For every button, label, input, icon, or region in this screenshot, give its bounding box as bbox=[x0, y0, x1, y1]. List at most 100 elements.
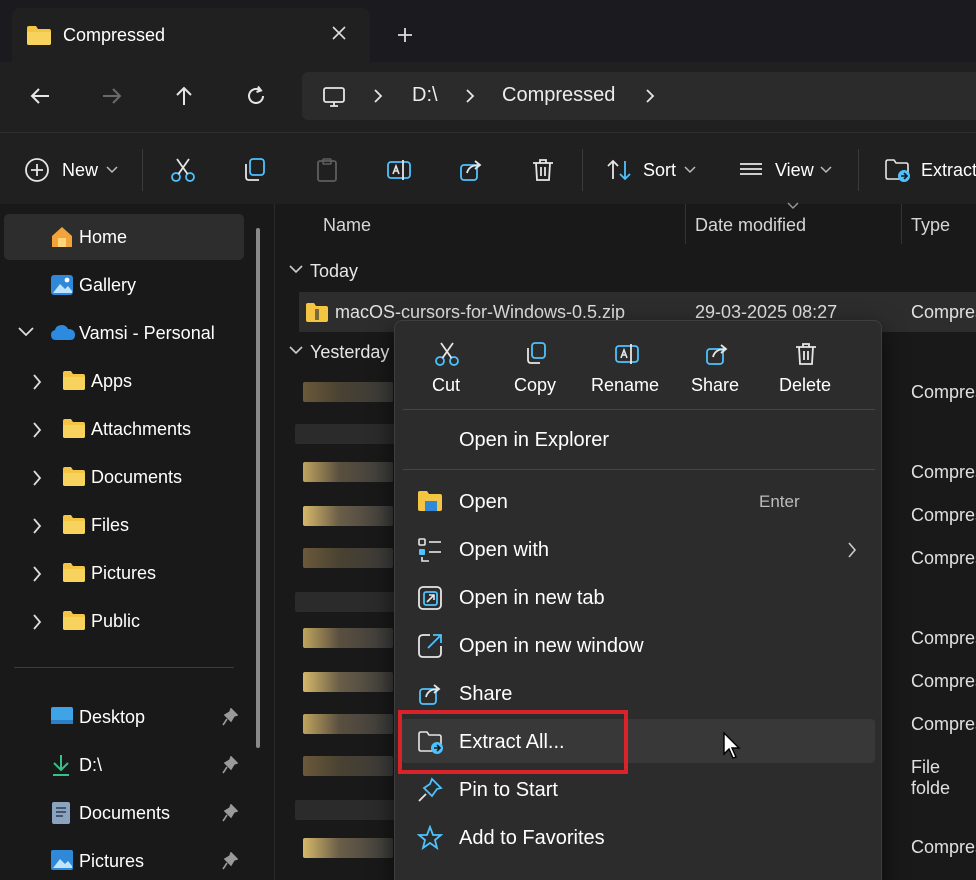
computer-icon[interactable] bbox=[322, 85, 346, 109]
chevron-down-icon[interactable] bbox=[289, 346, 303, 355]
cut-action[interactable]: Cut bbox=[401, 337, 491, 407]
share-icon[interactable] bbox=[458, 157, 484, 183]
menu-item-add-to-favorites[interactable]: Add to Favorites bbox=[401, 815, 875, 859]
up-arrow-icon[interactable] bbox=[172, 84, 196, 108]
chevron-down-icon[interactable] bbox=[684, 166, 696, 174]
list-item-redacted[interactable] bbox=[303, 756, 393, 776]
copy-action[interactable]: Copy bbox=[490, 337, 580, 407]
column-header-type[interactable]: Type bbox=[911, 215, 950, 236]
pin-icon[interactable] bbox=[222, 804, 238, 822]
tab-compressed[interactable]: Compressed bbox=[12, 8, 370, 62]
chevron-right-icon[interactable] bbox=[32, 374, 42, 390]
folder-icon bbox=[62, 609, 86, 631]
cut-icon[interactable] bbox=[170, 157, 196, 183]
list-item-redacted[interactable] bbox=[295, 592, 405, 612]
share-icon bbox=[704, 341, 730, 367]
rename-action[interactable]: Rename bbox=[580, 337, 670, 407]
refresh-icon[interactable] bbox=[244, 84, 268, 108]
menu-item-open-in-new-tab[interactable]: Open in new tab bbox=[401, 575, 875, 619]
list-item-redacted[interactable] bbox=[295, 424, 405, 444]
sidebar-item-files[interactable]: Files bbox=[4, 502, 244, 548]
paste-icon[interactable] bbox=[314, 157, 340, 183]
sort-button[interactable]: Sort bbox=[643, 160, 676, 181]
chevron-down-icon[interactable] bbox=[18, 327, 34, 337]
delete-action[interactable]: Delete bbox=[760, 337, 850, 407]
list-item-redacted[interactable] bbox=[303, 628, 393, 648]
sidebar-item-label: Public bbox=[91, 611, 141, 631]
new-tab-plus-icon[interactable] bbox=[396, 26, 414, 44]
file-type: Compres bbox=[911, 837, 976, 857]
new-window-icon bbox=[417, 633, 443, 659]
list-item-redacted[interactable] bbox=[303, 462, 393, 482]
sidebar-item-pictures[interactable]: Pictures bbox=[4, 550, 244, 596]
list-item-redacted[interactable] bbox=[303, 714, 393, 734]
list-item-redacted[interactable] bbox=[295, 800, 405, 820]
chevron-right-icon[interactable] bbox=[32, 518, 42, 534]
forward-arrow-icon[interactable] bbox=[100, 84, 124, 108]
sidebar-item-apps[interactable]: Apps bbox=[4, 358, 244, 404]
breadcrumb-compressed[interactable]: Compressed bbox=[502, 84, 615, 107]
chevron-right-icon[interactable] bbox=[32, 614, 42, 630]
breadcrumb-chevron-icon[interactable] bbox=[644, 89, 656, 103]
breadcrumb-chevron-icon[interactable] bbox=[372, 89, 384, 103]
breadcrumb-chevron-icon[interactable] bbox=[464, 89, 476, 103]
menu-item-open[interactable]: Open Enter bbox=[401, 479, 875, 523]
copy-icon[interactable] bbox=[242, 157, 268, 183]
chevron-down-icon[interactable] bbox=[289, 265, 303, 274]
list-item-redacted[interactable] bbox=[303, 838, 393, 858]
list-item-redacted[interactable] bbox=[303, 548, 393, 568]
new-button[interactable]: New bbox=[62, 160, 98, 181]
sidebar-scrollbar[interactable] bbox=[256, 228, 260, 748]
group-header-today[interactable]: Today bbox=[310, 261, 358, 282]
pin-icon[interactable] bbox=[222, 852, 238, 870]
rename-icon bbox=[614, 341, 640, 367]
address-bar[interactable]: D:\ Compressed bbox=[302, 72, 976, 120]
sidebar-item-documents[interactable]: Documents bbox=[4, 454, 244, 500]
column-header-name[interactable]: Name bbox=[323, 215, 371, 236]
pin-icon[interactable] bbox=[222, 756, 238, 774]
context-menu: Cut Copy Rename Share Delete Open in Exp… bbox=[394, 320, 882, 880]
menu-item-open-in-explorer[interactable]: Open in Explorer bbox=[401, 417, 875, 461]
sidebar-item-onedrive[interactable]: Vamsi - Personal bbox=[4, 310, 244, 356]
sidebar-item-attachments[interactable]: Attachments bbox=[4, 406, 244, 452]
chevron-down-icon[interactable] bbox=[106, 166, 118, 174]
chevron-right-icon[interactable] bbox=[32, 566, 42, 582]
sidebar-item-pictures-pinned[interactable]: Pictures bbox=[4, 838, 244, 880]
sidebar-item-drive-d[interactable]: D:\ bbox=[4, 742, 244, 788]
list-item-redacted[interactable] bbox=[303, 382, 393, 402]
pin-icon[interactable] bbox=[222, 708, 238, 726]
sort-caret-icon bbox=[787, 202, 799, 210]
sidebar-item-gallery[interactable]: Gallery bbox=[4, 262, 244, 308]
star-icon bbox=[417, 825, 443, 851]
column-header-date[interactable]: Date modified bbox=[695, 215, 806, 236]
delete-icon[interactable] bbox=[530, 157, 556, 183]
list-item-redacted[interactable] bbox=[303, 506, 393, 526]
cloud-icon bbox=[50, 323, 76, 341]
new-plus-icon[interactable] bbox=[24, 157, 50, 183]
folder-icon bbox=[62, 561, 86, 583]
view-button[interactable]: View bbox=[775, 160, 814, 181]
share-action[interactable]: Share bbox=[670, 337, 760, 407]
list-item-redacted[interactable] bbox=[303, 672, 393, 692]
gallery-icon bbox=[50, 273, 74, 297]
back-arrow-icon[interactable] bbox=[28, 84, 52, 108]
sort-icon[interactable] bbox=[606, 157, 632, 183]
file-type: Compres bbox=[911, 382, 976, 402]
view-icon[interactable] bbox=[738, 157, 764, 183]
rename-icon[interactable] bbox=[386, 157, 412, 183]
sidebar-item-documents-pinned[interactable]: Documents bbox=[4, 790, 244, 836]
close-icon[interactable] bbox=[330, 24, 348, 42]
chevron-right-icon[interactable] bbox=[32, 470, 42, 486]
sidebar-item-home[interactable]: Home bbox=[4, 214, 244, 260]
chevron-down-icon[interactable] bbox=[820, 166, 832, 174]
extract-icon[interactable] bbox=[884, 157, 912, 183]
extract-button[interactable]: Extract bbox=[921, 160, 976, 181]
breadcrumb-drive[interactable]: D:\ bbox=[412, 84, 438, 107]
sidebar-item-public[interactable]: Public bbox=[4, 598, 244, 644]
menu-item-open-with[interactable]: Open with bbox=[401, 527, 875, 571]
menu-item-share[interactable]: Share bbox=[401, 671, 875, 715]
group-header-yesterday[interactable]: Yesterday bbox=[310, 342, 389, 363]
sidebar-item-desktop[interactable]: Desktop bbox=[4, 694, 244, 740]
menu-item-open-in-new-window[interactable]: Open in new window bbox=[401, 623, 875, 667]
chevron-right-icon[interactable] bbox=[32, 422, 42, 438]
